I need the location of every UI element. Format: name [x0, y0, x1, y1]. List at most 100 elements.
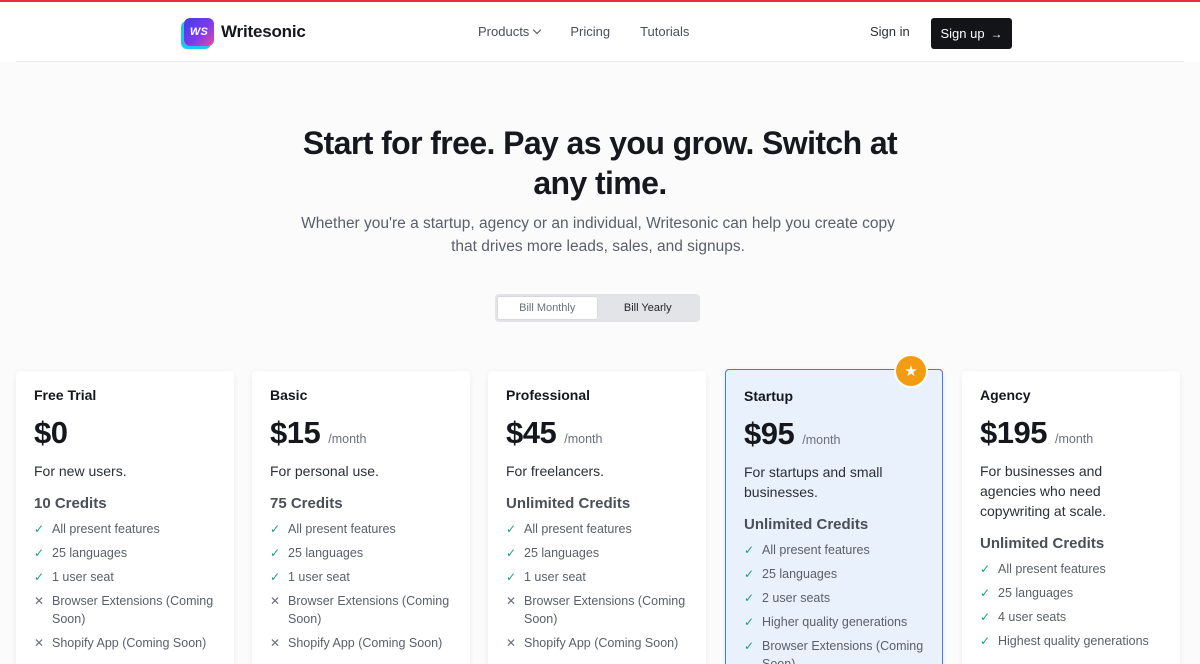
cross-icon: ✕: [506, 636, 517, 650]
sign-in-link[interactable]: Sign in: [870, 24, 910, 39]
bill-yearly-option[interactable]: Bill Yearly: [598, 296, 699, 320]
nav-products[interactable]: Products: [478, 24, 542, 39]
feature-item: ✓ All present features: [270, 522, 396, 536]
plan-description: For businesses and agencies who need cop…: [980, 463, 1107, 519]
feature-list: ✓ All present features ✓ 25 languages ✓ 4 u…: [980, 560, 1162, 650]
arrow-right-icon: →: [990, 26, 1003, 41]
cross-icon: ✕: [34, 594, 45, 608]
plan-name: Professional: [506, 387, 591, 403]
plan-name: Startup: [744, 388, 793, 404]
check-icon: ✓: [980, 634, 991, 648]
feature-item: ✕ Shopify App (Coming Soon): [506, 636, 679, 650]
feature-list: ✓ All present features ✓ 25 languages ✓ 1 u…: [506, 520, 688, 652]
feature-item: ✓ All present features: [744, 543, 870, 557]
feature-item: ✓ Browser Extensions (Coming Soon): [744, 639, 924, 664]
plan-price: $0: [34, 415, 68, 450]
plan-name: Free Trial: [34, 387, 97, 403]
feature-list: ✓ All present features ✓ 25 languages ✓ 1 u…: [270, 520, 452, 652]
site-header: WS Writesonic Products Pricing Tutorials…: [0, 2, 1200, 62]
plan-credits: 10 Credits: [34, 495, 107, 512]
feature-item: ✓ All present features: [34, 522, 160, 536]
plan-price: $95: [744, 416, 795, 451]
cross-icon: ✕: [34, 636, 45, 650]
feature-item: ✓ All present features: [980, 562, 1106, 576]
sign-up-button[interactable]: Sign up →: [931, 18, 1012, 49]
plan-description: For startups and small businesses.: [744, 464, 883, 500]
billing-toggle: Bill Monthly Bill Yearly: [495, 294, 700, 322]
chevron-down-icon: [533, 25, 542, 35]
plan-period: /month: [802, 433, 841, 447]
feature-item: ✓ 25 languages: [980, 586, 1074, 600]
header-divider: [16, 61, 1184, 62]
feature-item: ✕ Shopify App (Coming Soon): [270, 636, 443, 650]
check-icon: ✓: [744, 543, 755, 557]
feature-item: ✓ 25 languages: [744, 567, 838, 581]
plan-card-startup: Startup $95/month For startups and small…: [725, 369, 943, 664]
check-icon: ✓: [270, 570, 281, 584]
check-icon: ✓: [744, 639, 755, 653]
cross-icon: ✕: [270, 594, 281, 608]
feature-item: ✕ Browser Extensions (Coming Soon): [506, 594, 686, 626]
plan-period: /month: [1054, 432, 1094, 446]
plan-card-professional: Professional $45/month For freelancers. …: [488, 371, 706, 664]
check-icon: ✓: [744, 615, 755, 629]
feature-list: ✓ All present features ✓ 25 languages ✓ 1 u…: [34, 520, 216, 652]
feature-item: ✓ 2 user seats: [744, 591, 831, 605]
plan-description: For new users.: [34, 463, 127, 479]
plan-card-basic: Basic $15/month For personal use. 75 Cre…: [252, 371, 470, 664]
check-icon: ✓: [34, 570, 45, 584]
feature-item: ✓ All present features: [506, 522, 632, 536]
brand-name: Writesonic: [221, 22, 306, 41]
check-icon: ✓: [506, 522, 517, 536]
feature-item: ✕ Browser Extensions (Coming Soon): [270, 594, 450, 626]
feature-item: ✓ Highest quality generations: [980, 634, 1149, 648]
check-icon: ✓: [506, 570, 517, 584]
plan-period: /month: [328, 432, 367, 446]
plan-price: $45: [506, 415, 557, 450]
plan-credits: Unlimited Credits: [980, 535, 1105, 552]
feature-item: ✓ 1 user seat: [506, 570, 586, 584]
brand-logo[interactable]: WS Writesonic: [184, 18, 306, 46]
check-icon: ✓: [270, 522, 281, 536]
star-icon: ★: [896, 356, 926, 386]
plan-credits: Unlimited Credits: [744, 516, 869, 533]
check-icon: ✓: [744, 567, 755, 581]
feature-item: ✓ 1 user seat: [270, 570, 350, 584]
feature-item: ✓ Higher quality generations: [744, 615, 908, 629]
plan-credits: 75 Credits: [270, 495, 343, 512]
plan-credits: Unlimited Credits: [506, 495, 631, 512]
hero-subtitle: Whether you're a startup, agency or an i…: [301, 215, 895, 255]
check-icon: ✓: [980, 562, 991, 576]
plan-period: /month: [564, 432, 603, 446]
plan-description: For personal use.: [270, 463, 379, 479]
feature-item: ✕ Shopify App (Coming Soon): [34, 636, 207, 650]
feature-item: ✓ 25 languages: [34, 546, 128, 560]
plan-price: $15: [270, 415, 321, 450]
feature-item: ✕ Browser Extensions (Coming Soon): [34, 594, 214, 626]
feature-item: ✓ 4 user seats: [980, 610, 1067, 624]
logo-mark-icon: WS: [184, 18, 214, 46]
plan-description: For freelancers.: [506, 463, 605, 479]
plan-card-agency: Agency $195/month For businesses and age…: [962, 371, 1180, 664]
check-icon: ✓: [980, 610, 991, 624]
feature-item: ✓ 1 user seat: [34, 570, 114, 584]
feature-item: ✓ 25 languages: [506, 546, 600, 560]
bill-monthly-option[interactable]: Bill Monthly: [497, 296, 598, 320]
cross-icon: ✕: [270, 636, 281, 650]
check-icon: ✓: [744, 591, 755, 605]
hero-title: Start for free. Pay as you grow. Switch …: [302, 125, 898, 201]
plan-name: Agency: [980, 387, 1031, 403]
plan-name: Basic: [270, 387, 308, 403]
check-icon: ✓: [506, 546, 517, 560]
check-icon: ✓: [34, 522, 45, 536]
check-icon: ✓: [270, 546, 281, 560]
plan-price: $195: [980, 415, 1047, 450]
cross-icon: ✕: [506, 594, 517, 608]
check-icon: ✓: [980, 586, 991, 600]
nav-tutorials[interactable]: Tutorials: [640, 24, 689, 39]
feature-item: ✓ 25 languages: [270, 546, 364, 560]
nav-pricing[interactable]: Pricing: [570, 24, 610, 39]
feature-list: ✓ All present features ✓ 25 languages ✓ 2 u…: [744, 541, 924, 664]
plan-card-free-trial: Free Trial $0 For new users. 10 Credits …: [16, 371, 234, 664]
main-nav: Products Pricing Tutorials: [478, 24, 689, 39]
